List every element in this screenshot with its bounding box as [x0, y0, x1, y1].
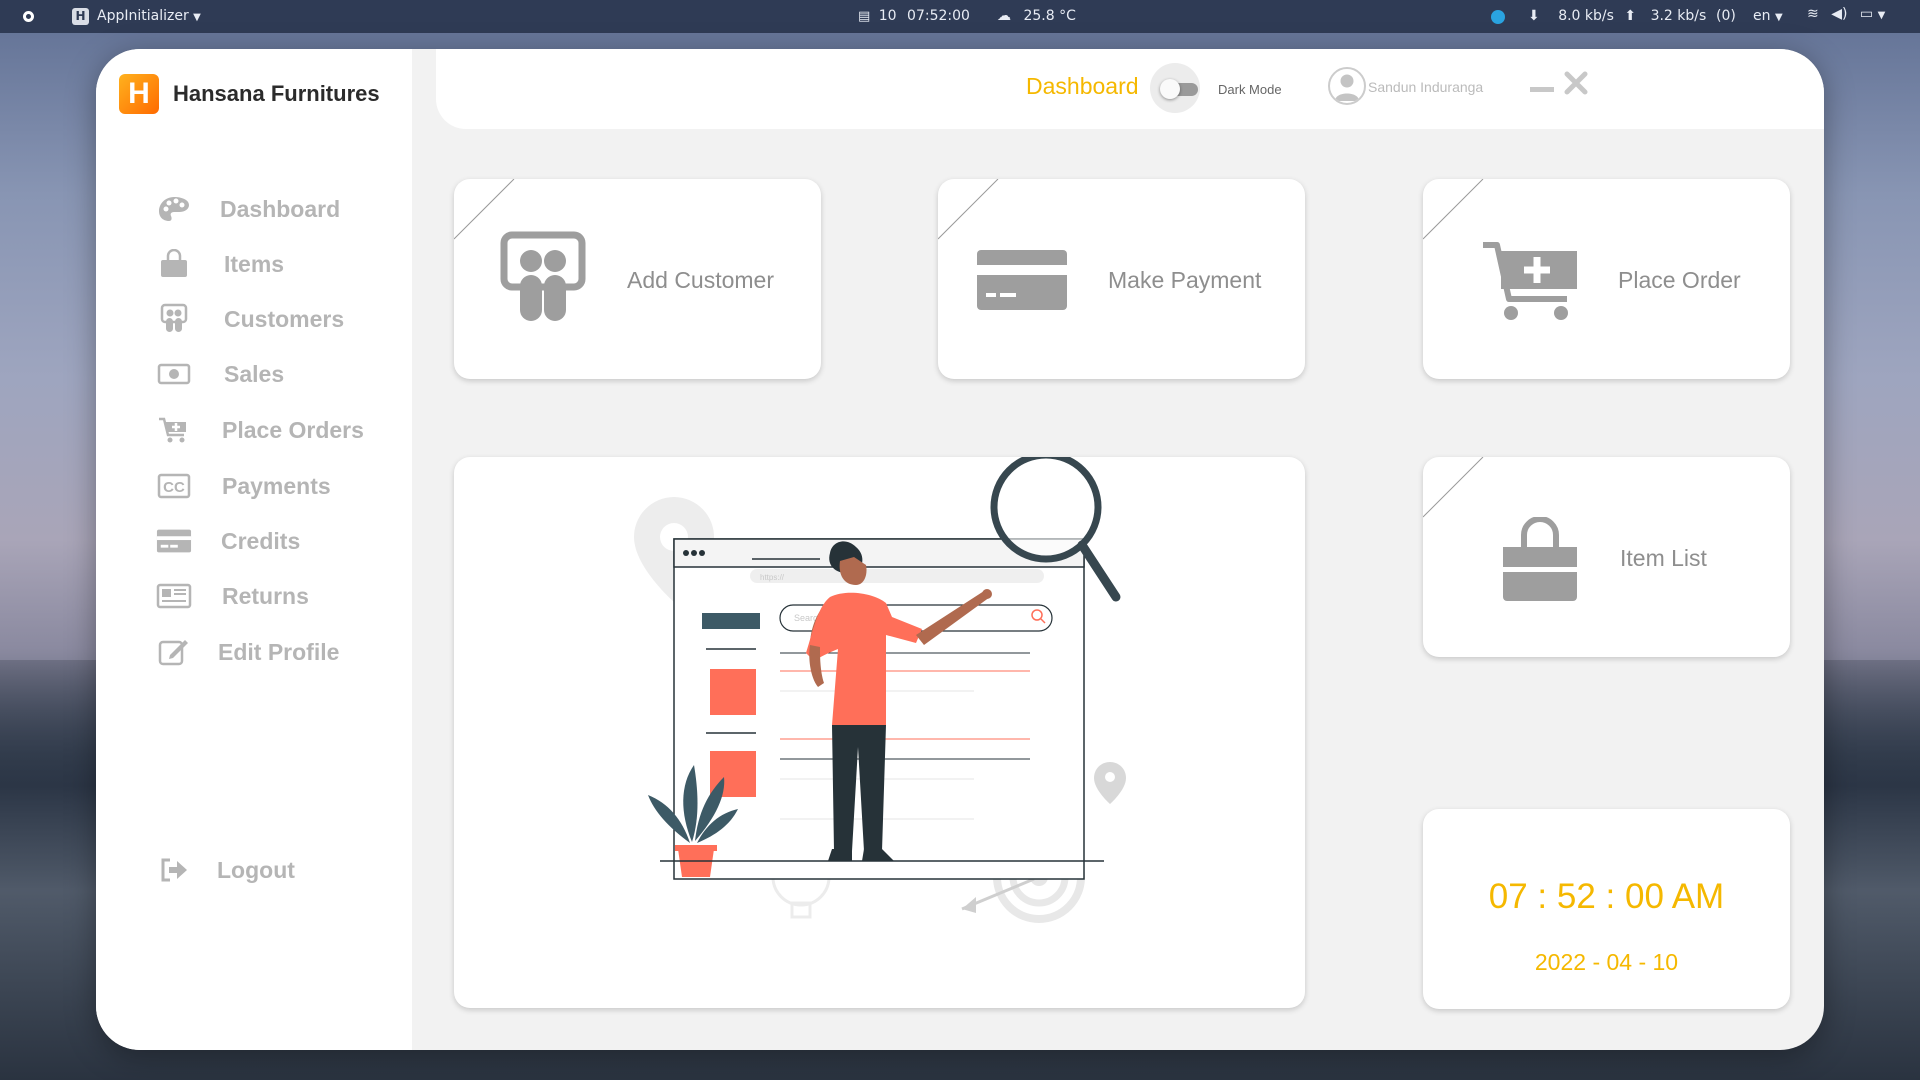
place-order-label: Place Order	[1618, 267, 1741, 293]
make-payment-card[interactable]: Make Payment	[938, 179, 1305, 379]
sidebar-item-credits[interactable]: Credits	[156, 523, 300, 559]
topbar-time: 07:52:00	[907, 8, 970, 24]
avatar[interactable]	[1328, 67, 1366, 105]
edit-icon	[156, 637, 192, 667]
brand-name: Hansana Furnitures	[173, 81, 380, 106]
telegram-icon[interactable]	[1491, 10, 1505, 24]
shopping-bag-icon	[156, 249, 192, 279]
system-status-menu[interactable]: ≋ ◀) ▭ ▼	[1807, 6, 1885, 22]
credit-card-icon	[156, 526, 192, 556]
sidebar-item-place-orders[interactable]: Place Orders	[156, 412, 364, 448]
logout-icon	[156, 855, 192, 885]
network-speed-indicator[interactable]: ⬇ 8.0 kb/s ⬆ 3.2 kb/s	[1528, 8, 1706, 24]
sidebar-item-sales[interactable]: Sales	[156, 356, 284, 392]
sidebar-item-label: Items	[224, 250, 285, 277]
sidebar-item-payments[interactable]: CC Payments	[156, 468, 331, 504]
card-corner-decoration	[1423, 457, 1484, 518]
item-list-label: Item List	[1620, 545, 1707, 571]
chevron-down-icon: ▼	[1877, 10, 1886, 21]
page-title: Dashboard	[1026, 73, 1139, 99]
logout-button[interactable]: Logout	[156, 852, 295, 888]
battery-icon: ▭	[1859, 6, 1874, 22]
card-corner-decoration	[1423, 179, 1484, 240]
credit-card-cc-icon: CC	[156, 471, 192, 501]
sidebar-item-returns[interactable]: Returns	[156, 578, 309, 614]
clock-indicator[interactable]: ▤ 10 07:52:00	[858, 8, 970, 24]
system-top-panel: H AppInitializer ▼ ▤ 10 07:52:00 ☁ 25.8 …	[0, 0, 1920, 33]
sidebar-item-dashboard[interactable]: Dashboard	[156, 191, 340, 227]
add-customer-label: Add Customer	[627, 267, 775, 293]
logout-label: Logout	[217, 856, 295, 883]
brand: H Hansana Furnitures	[119, 74, 380, 114]
sidebar-item-items[interactable]: Items	[156, 246, 284, 282]
chevron-down-icon: ▼	[193, 12, 201, 23]
illustration-card: https:// Search ...	[454, 457, 1305, 1008]
upload-arrow-icon: ⬆	[1624, 8, 1637, 24]
cart-plus-icon	[1483, 242, 1577, 320]
add-customer-card[interactable]: Add Customer	[454, 179, 821, 379]
language-label: en	[1753, 8, 1771, 24]
sidebar-item-label: Credits	[221, 527, 301, 554]
illustration-url-text: https://	[760, 573, 785, 582]
item-list-card[interactable]: Item List	[1423, 457, 1790, 657]
weather-indicator[interactable]: ☁ 25.8 °C	[997, 8, 1076, 24]
main-content: Dashboard Dark Mode Sandun Induranga Add…	[412, 49, 1824, 1050]
sidebar-item-label: Customers	[224, 305, 345, 332]
cloud-icon: ☁	[997, 8, 1011, 24]
language-indicator[interactable]: en ▼	[1753, 8, 1783, 24]
calendar-icon: ▤	[858, 9, 871, 24]
download-arrow-icon: ⬇	[1528, 8, 1540, 24]
dark-mode-toggle[interactable]	[1150, 63, 1200, 113]
dark-mode-label: Dark Mode	[1218, 82, 1282, 97]
sidebar-item-label: Dashboard	[220, 195, 341, 222]
clock-date: 2022 - 04 - 10	[1534, 949, 1679, 975]
newspaper-icon	[156, 581, 192, 611]
make-payment-label: Make Payment	[1108, 267, 1262, 293]
close-icon	[1564, 71, 1588, 95]
sidebar-item-customers[interactable]: Customers	[156, 301, 344, 337]
customers-icon	[156, 303, 192, 334]
sidebar-item-label: Place Orders	[222, 416, 364, 443]
active-app-menu[interactable]: AppInitializer ▼	[97, 8, 201, 24]
header-bar: Dashboard Dark Mode Sandun Induranga	[436, 49, 1824, 129]
shopping-bag-icon	[1503, 517, 1577, 601]
minimize-button[interactable]	[1530, 87, 1554, 92]
volume-icon: ◀)	[1831, 6, 1848, 22]
sidebar: H Hansana Furnitures Dashboard Items Cus…	[96, 49, 412, 1050]
money-icon	[156, 359, 192, 389]
app-window: H Hansana Furnitures Dashboard Items Cus…	[96, 49, 1824, 1050]
activities-icon[interactable]	[23, 11, 34, 22]
chevron-down-icon: ▼	[1774, 12, 1783, 23]
clock-card: 07 : 52 : 00 AM 2022 - 04 - 10	[1423, 809, 1790, 1009]
user-icon	[1335, 74, 1359, 101]
clock-time: 07 : 52 : 00 AM	[1488, 877, 1725, 916]
place-order-card[interactable]: Place Order	[1423, 179, 1790, 379]
download-speed: 8.0 kb/s	[1558, 8, 1614, 24]
sidebar-item-label: Returns	[222, 582, 309, 609]
user-name: Sandun Induranga	[1368, 79, 1484, 95]
card-corner-decoration	[938, 179, 999, 240]
upload-speed: 3.2 kb/s	[1650, 8, 1707, 24]
notification-count[interactable]: (0)	[1716, 8, 1736, 24]
svg-text:CC: CC	[163, 479, 185, 496]
sidebar-item-label: Payments	[222, 472, 331, 499]
app-icon: H	[72, 8, 89, 25]
sidebar-item-label: Edit Profile	[218, 638, 340, 665]
sidebar-item-edit-profile[interactable]: Edit Profile	[156, 634, 339, 670]
topbar-date: 10	[878, 8, 897, 24]
toggle-knob	[1160, 79, 1180, 99]
topbar-temperature: 25.8 °C	[1023, 8, 1076, 24]
cart-plus-icon	[156, 415, 192, 445]
customers-icon	[500, 231, 586, 321]
search-illustration: https:// Search ...	[634, 457, 1126, 923]
brand-logo: H	[119, 74, 159, 114]
credit-card-icon	[977, 250, 1067, 310]
palette-icon	[156, 194, 192, 224]
wifi-icon: ≋	[1807, 6, 1819, 22]
close-button[interactable]	[1564, 71, 1588, 95]
sidebar-item-label: Sales	[224, 360, 285, 387]
active-app-name: AppInitializer	[97, 8, 189, 24]
